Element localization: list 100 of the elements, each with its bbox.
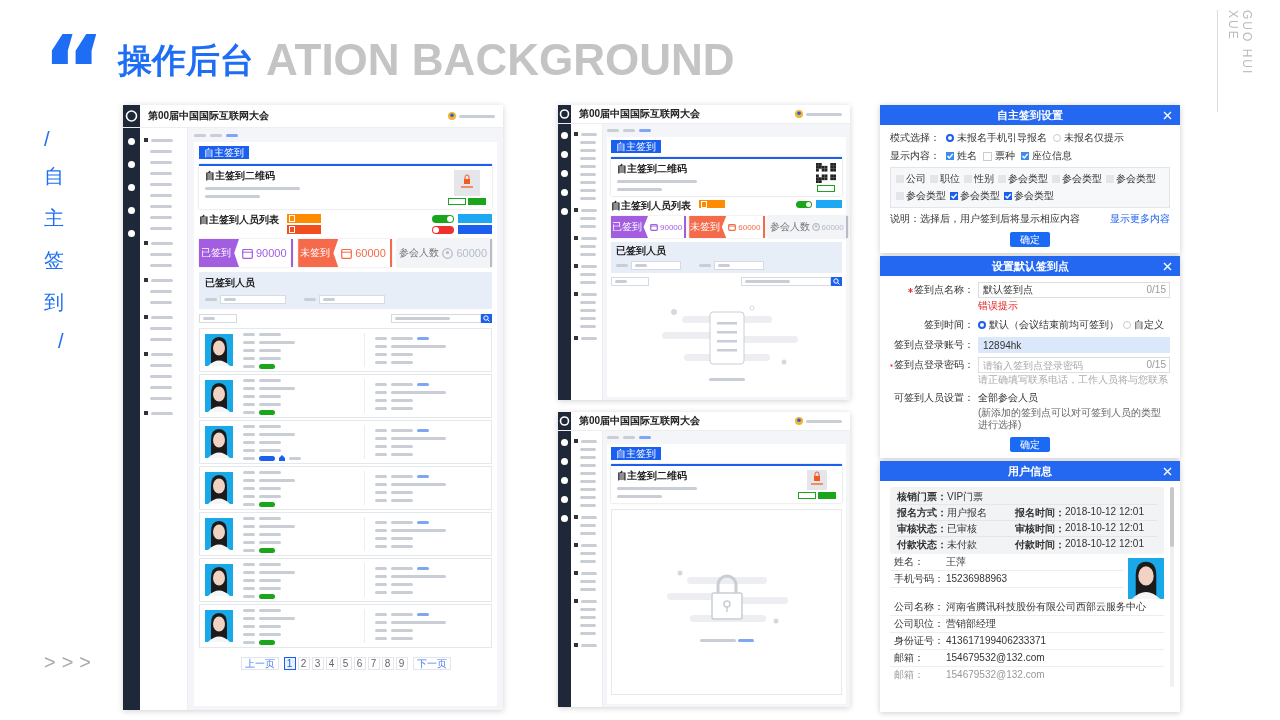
select-field[interactable] bbox=[199, 314, 237, 323]
nav-icon[interactable] bbox=[128, 161, 135, 168]
radio-label[interactable]: 自定义 bbox=[1134, 318, 1164, 332]
dialog-title: 设置默认签到点 bbox=[991, 258, 1069, 274]
field-label: 签到点登录账号： bbox=[894, 338, 974, 352]
nav-icon[interactable] bbox=[128, 207, 135, 214]
close-icon[interactable] bbox=[1163, 261, 1172, 271]
search-field[interactable] bbox=[391, 314, 481, 323]
nav-icon[interactable] bbox=[561, 170, 568, 177]
select-field[interactable] bbox=[631, 261, 681, 270]
checkbox-label[interactable]: 参会类型 bbox=[1116, 172, 1156, 186]
nav-icon[interactable] bbox=[561, 496, 568, 503]
input-field[interactable]: 12894hk bbox=[978, 337, 1170, 353]
download-button[interactable] bbox=[798, 492, 816, 499]
blurred-text bbox=[259, 562, 281, 566]
checkbox-label[interactable]: 公司 bbox=[906, 172, 926, 186]
radio-label[interactable]: 未报名手机引导报名 bbox=[957, 131, 1047, 145]
nav-icon[interactable] bbox=[561, 477, 568, 484]
radio-button[interactable] bbox=[946, 134, 954, 142]
page-button[interactable]: 7 bbox=[367, 657, 380, 670]
export-button[interactable] bbox=[287, 225, 321, 234]
toggle-switch[interactable] bbox=[432, 225, 454, 234]
checkbox-label[interactable]: 参会类型 bbox=[1008, 172, 1048, 186]
card-title: 自主签到二维码 bbox=[205, 170, 276, 182]
search-field[interactable] bbox=[741, 277, 831, 286]
checkbox-label[interactable]: 职位 bbox=[940, 172, 960, 186]
confirm-button[interactable]: 确定 bbox=[1010, 232, 1050, 247]
close-icon[interactable] bbox=[1163, 466, 1172, 476]
checkbox-label[interactable]: 座位信息 bbox=[1032, 149, 1072, 163]
confirm-button[interactable]: 确定 bbox=[1010, 437, 1050, 452]
checkbox-label[interactable]: 参会类型 bbox=[1014, 189, 1054, 203]
blurred-text bbox=[150, 290, 172, 293]
download-button[interactable] bbox=[817, 185, 835, 192]
checkbox-label[interactable]: 票种 bbox=[995, 149, 1015, 163]
checkbox-label[interactable]: 参会类型 bbox=[1062, 172, 1102, 186]
download-button[interactable] bbox=[448, 198, 466, 205]
checkbox-label[interactable]: 参会类型 bbox=[906, 189, 946, 203]
page-button[interactable]: 6 bbox=[353, 657, 366, 670]
next-button[interactable]: 下一页 bbox=[412, 657, 451, 670]
blurred-text bbox=[391, 628, 413, 632]
blurred-text bbox=[243, 386, 255, 390]
select-field[interactable] bbox=[611, 277, 649, 286]
page-button[interactable]: 3 bbox=[311, 657, 324, 670]
slash-mark: / bbox=[44, 127, 50, 151]
blurred-text bbox=[391, 490, 413, 494]
info-label: 核销门票： bbox=[897, 489, 947, 504]
menu-icon bbox=[574, 439, 578, 443]
select-field[interactable] bbox=[319, 295, 385, 304]
blurred-text bbox=[617, 495, 662, 498]
nav-icon[interactable] bbox=[128, 138, 135, 145]
toggle-switch[interactable] bbox=[432, 214, 454, 223]
page-button[interactable]: 1 bbox=[283, 657, 296, 670]
nav-icon[interactable] bbox=[561, 151, 568, 158]
nav-icon[interactable] bbox=[128, 184, 135, 191]
filter-title: 已签到人员 bbox=[205, 277, 256, 289]
page-button[interactable]: 5 bbox=[339, 657, 352, 670]
nav-icon[interactable] bbox=[561, 132, 568, 139]
blurred-text bbox=[580, 560, 596, 563]
search-icon[interactable] bbox=[831, 277, 842, 286]
checkbox-label[interactable]: 参会类型 bbox=[960, 189, 1000, 203]
export-button[interactable] bbox=[699, 200, 725, 208]
blurred-text bbox=[375, 590, 387, 594]
page-button[interactable]: 9 bbox=[395, 657, 408, 670]
blurred-text bbox=[375, 360, 387, 364]
radio-label[interactable]: 未报名仅提示 bbox=[1064, 131, 1124, 145]
select-field[interactable] bbox=[714, 261, 764, 270]
export-button[interactable] bbox=[287, 214, 321, 223]
stat-value: 90000 bbox=[256, 247, 287, 259]
checkbox[interactable] bbox=[983, 151, 992, 161]
close-icon[interactable] bbox=[1163, 110, 1172, 120]
nav-icon[interactable] bbox=[561, 208, 568, 215]
tab[interactable]: 自主签到 bbox=[611, 447, 661, 460]
blurred-text bbox=[375, 544, 387, 548]
tab[interactable]: 自主签到 bbox=[611, 140, 661, 153]
section-label: 自主签到 bbox=[44, 164, 64, 315]
radio-button[interactable] bbox=[978, 321, 986, 329]
prev-button[interactable]: 上一页 bbox=[240, 657, 279, 670]
blurred-text bbox=[243, 586, 255, 590]
check-icon bbox=[1004, 192, 1012, 200]
radio-label[interactable]: 默认（会议结束前均可签到） bbox=[989, 318, 1119, 332]
dialog-title: 用户信息 bbox=[1008, 463, 1052, 479]
nav-icon[interactable] bbox=[561, 458, 568, 465]
blurred-text bbox=[375, 390, 387, 394]
page-button[interactable]: 2 bbox=[297, 657, 310, 670]
nav-icon[interactable] bbox=[561, 439, 568, 446]
nav-icon[interactable] bbox=[128, 230, 135, 237]
more-link[interactable]: 显示更多内容 bbox=[1110, 212, 1170, 226]
search-icon[interactable] bbox=[481, 314, 492, 323]
checkbox-label[interactable]: 姓名 bbox=[957, 149, 977, 163]
nav-icon[interactable] bbox=[561, 189, 568, 196]
toggle-switch[interactable] bbox=[796, 200, 812, 208]
blurred-text bbox=[226, 133, 238, 137]
select-field[interactable] bbox=[220, 295, 286, 304]
blurred-text bbox=[259, 486, 281, 490]
page-button[interactable]: 4 bbox=[325, 657, 338, 670]
nav-icon[interactable] bbox=[561, 515, 568, 522]
page-button[interactable]: 8 bbox=[381, 657, 394, 670]
blurred-text bbox=[581, 236, 597, 240]
checkbox-label[interactable]: 性别 bbox=[974, 172, 994, 186]
tab[interactable]: 自主签到 bbox=[199, 146, 249, 159]
